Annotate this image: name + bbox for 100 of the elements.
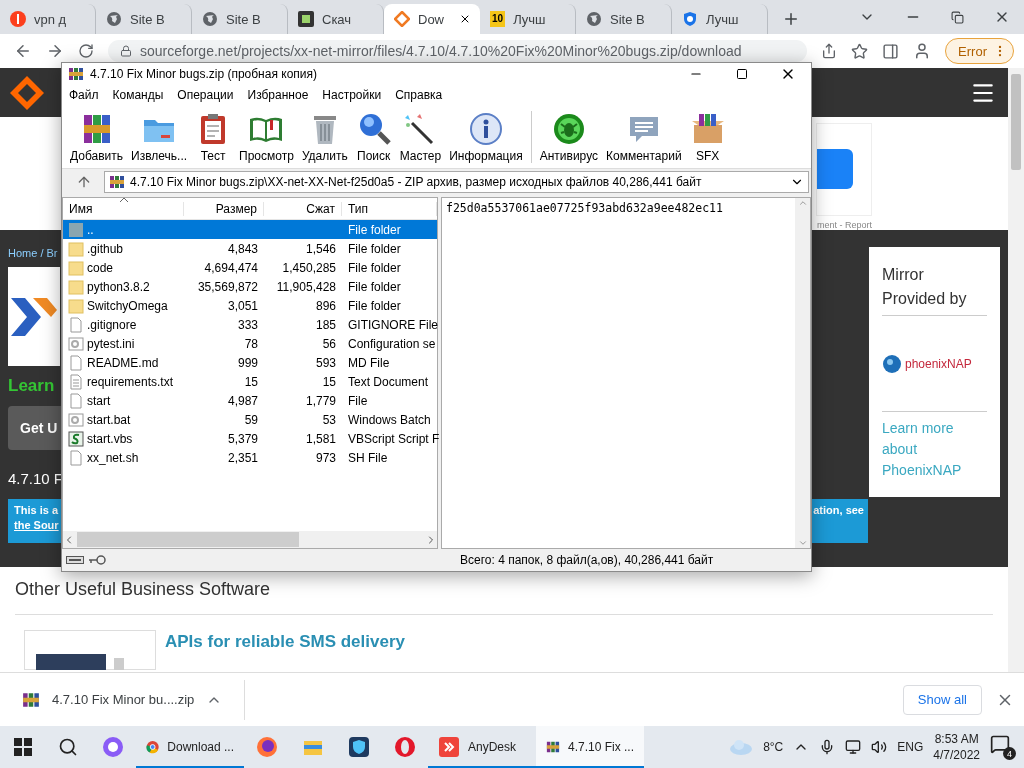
file-size: 4,694,474 <box>203 260 259 275</box>
menu-item[interactable]: Файл <box>62 88 106 102</box>
file-row[interactable]: xx_net.sh 2,351 973 SH File <box>63 448 437 467</box>
address-bar[interactable]: sourceforge.net/projects/xx-net-mirror/files/4.7.10/4.7.10%20Fix%20Minor%20bugs.zip/download <box>108 40 808 62</box>
mirror-heading: Mirror Provided by <box>882 263 987 316</box>
close-icon[interactable] <box>459 13 471 25</box>
archive-icon <box>22 690 40 709</box>
language-indicator[interactable]: ENG <box>897 740 924 754</box>
file-name: .gitignore <box>87 317 137 332</box>
document-icon <box>68 316 84 333</box>
file-name: pytest.ini <box>87 336 135 351</box>
toolbar-button[interactable]: Информация <box>445 110 527 163</box>
file-type: SH File <box>347 450 389 465</box>
reload-icon[interactable] <box>78 43 94 59</box>
taskbar-item[interactable]: Download ... <box>136 726 244 768</box>
side-panel-icon[interactable] <box>882 42 900 60</box>
menu-item[interactable]: Справка <box>388 88 450 102</box>
forward-icon[interactable] <box>46 42 64 60</box>
menu-item[interactable]: Команды <box>105 88 171 102</box>
menu-item[interactable]: Избранное <box>240 88 316 102</box>
file-size: 59 <box>243 412 259 427</box>
file-row[interactable]: pytest.ini 78 56 Configuration se <box>63 334 437 353</box>
document-icon <box>68 449 84 466</box>
learn-text: Learn <box>8 376 55 396</box>
new-tab-icon[interactable] <box>782 10 800 28</box>
file-row[interactable]: start 4,987 1,779 File <box>63 391 437 410</box>
taskbar-item[interactable]: 4.7.10 Fix ... <box>536 726 644 768</box>
share-icon[interactable] <box>821 43 838 59</box>
toolbar-button[interactable]: Антивирус <box>535 110 602 163</box>
restore-icon[interactable] <box>951 10 964 24</box>
section-title: Other Useful Business Software <box>15 579 272 600</box>
info-icon <box>467 110 504 147</box>
file-row[interactable]: .. File folder <box>63 220 437 239</box>
get-button[interactable]: Get U <box>8 406 61 450</box>
script-file-icon <box>68 430 84 447</box>
column-header[interactable]: Сжат <box>264 201 342 216</box>
back-icon[interactable] <box>14 42 32 60</box>
archive-icon <box>109 174 125 190</box>
toolbar-button[interactable]: Извлечь... <box>127 110 192 163</box>
toolbar-button[interactable]: Просмотр <box>235 110 298 163</box>
file-type: File folder <box>347 260 402 275</box>
toolbar-button[interactable]: Добавить <box>66 110 128 163</box>
file-type: MD File <box>347 355 391 370</box>
breadcrumb[interactable]: Home / Br <box>8 247 58 259</box>
packed-size: 1,581 <box>304 431 337 446</box>
toolbar-button[interactable]: Тест <box>191 110 236 163</box>
volume-icon[interactable] <box>871 739 888 755</box>
drive-icon <box>66 556 84 564</box>
file-row[interactable]: code 4,694,474 1,450,285 File folder <box>63 258 437 277</box>
packed-size: 15 <box>321 374 337 389</box>
column-header[interactable]: Размер <box>184 201 264 216</box>
notifications-icon[interactable]: 4 <box>990 734 1016 760</box>
file-name: xx_net.sh <box>87 450 139 465</box>
toolbar-button[interactable]: Удалить <box>297 110 352 163</box>
download-file-name[interactable]: 4.7.10 Fix Minor bu....zip <box>52 692 195 707</box>
browser-tab[interactable]: Dow <box>384 4 480 34</box>
file-row[interactable]: SwitchyOmega 3,051 896 File folder <box>63 296 437 315</box>
folder-icon <box>68 297 84 314</box>
show-all-button[interactable]: Show all <box>902 684 982 715</box>
assistant-icon <box>102 736 124 758</box>
time: 8:53 AM <box>934 732 979 746</box>
packed-size: 11,905,428 <box>275 279 337 294</box>
sort-caret-icon <box>119 197 129 203</box>
notification-count: 4 <box>1003 747 1016 760</box>
gear-file-icon <box>68 335 84 352</box>
toolbar-button[interactable]: Комментарий <box>602 110 686 163</box>
file-type: File folder <box>347 298 402 313</box>
column-header[interactable]: Имя <box>63 201 184 216</box>
shield-icon <box>348 736 370 758</box>
path-combo[interactable]: 4.7.10 Fix Minor bugs.zip\XX-net-XX-Net-f25d0a5 - ZIP архив, размер исходных файлов 40,286,441 байт <box>104 171 809 193</box>
scrollbar[interactable] <box>1008 68 1024 672</box>
file-row[interactable]: README.md 999 593 MD File <box>63 353 437 372</box>
key-icon <box>88 555 106 565</box>
file-row[interactable]: requirements.txt 15 15 Text Document <box>63 372 437 391</box>
file-size: 2,351 <box>226 450 259 465</box>
globe-icon <box>202 11 218 27</box>
file-row[interactable]: .github 4,843 1,546 File folder <box>63 239 437 258</box>
cloud-icon <box>729 739 754 755</box>
clock[interactable]: 8:53 AM 4/7/2022 <box>933 732 980 762</box>
toolbar-button[interactable]: SFX <box>685 110 730 163</box>
anydesk-icon <box>438 736 460 758</box>
file-size: 333 <box>236 317 259 332</box>
column-header[interactable]: Тип <box>342 201 437 216</box>
file-row[interactable]: start.bat 59 53 Windows Batch <box>63 410 437 429</box>
bookmark-star-icon[interactable] <box>851 42 869 60</box>
menu-item[interactable]: Настройки <box>315 88 389 102</box>
menu-item[interactable]: Операции <box>170 88 241 102</box>
file-row[interactable]: .gitignore 333 185 GITIGNORE File <box>63 315 437 334</box>
product-link[interactable]: APIs for reliable SMS delivery <box>165 632 405 652</box>
document-icon <box>68 392 84 409</box>
file-type: File folder <box>347 222 402 237</box>
packed-size: 593 <box>314 355 337 370</box>
profile-error-button[interactable]: Error <box>945 38 1014 64</box>
file-row[interactable]: python3.8.2 35,569,872 11,905,428 File folder <box>63 277 437 296</box>
toolbar-button[interactable]: Мастер <box>395 110 446 163</box>
folder-icon <box>68 259 84 276</box>
network-icon[interactable] <box>845 739 862 755</box>
toolbar-button[interactable]: Поиск <box>351 110 396 163</box>
opera-icon <box>394 736 416 758</box>
taskbar-item[interactable]: AnyDesk <box>428 726 536 768</box>
